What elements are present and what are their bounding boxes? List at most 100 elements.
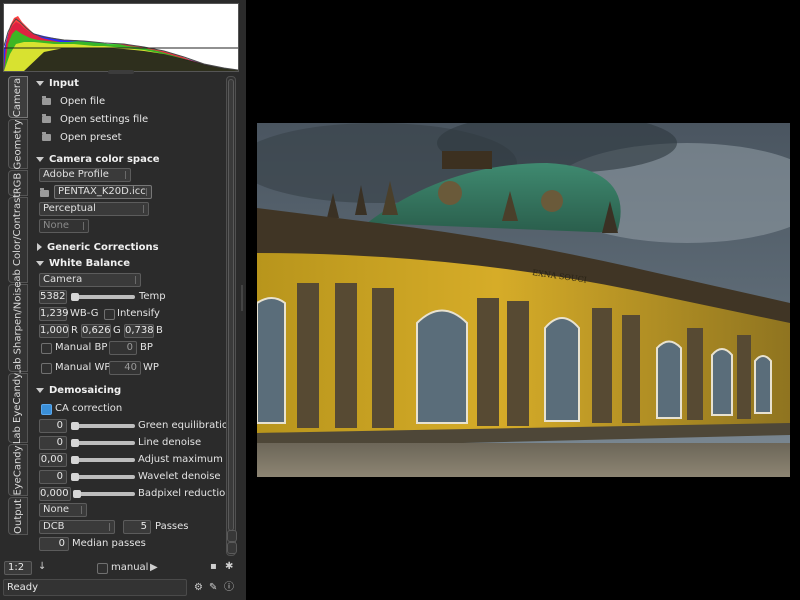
line-denoise-slider[interactable]	[71, 439, 135, 447]
adjust-max-spinbox[interactable]: 0,00	[39, 453, 67, 467]
tab-lab-sharpen-noise[interactable]: Lab Sharpen/Noise	[8, 281, 28, 375]
bp-spinbox[interactable]: 0	[109, 341, 137, 355]
wb-mode-select[interactable]: Camera	[39, 273, 141, 287]
intent-select[interactable]: Perceptual	[39, 202, 149, 216]
slider-knob[interactable]	[71, 456, 79, 464]
folder-icon	[42, 131, 51, 141]
g-spinbox[interactable]: 0,626	[81, 324, 111, 338]
settings-gear-icon[interactable]: ⚙	[194, 583, 203, 593]
slider-knob[interactable]	[71, 422, 79, 430]
passes-spinbox[interactable]: 5	[123, 520, 151, 534]
expand-icon	[36, 387, 44, 393]
left-panel: Camera Geometry RGB Lab Color/Contrast L…	[0, 0, 246, 600]
manual-checkbox[interactable]	[97, 563, 108, 574]
scroll-down-button[interactable]	[227, 542, 237, 554]
manual-label: manual	[111, 562, 149, 573]
intensify-label: Intensify	[117, 308, 160, 319]
badpixel-slider[interactable]	[73, 490, 135, 498]
manual-wp-label: Manual WP	[55, 362, 111, 373]
badpixel-spinbox[interactable]: 0,000	[39, 487, 71, 501]
demosaic-none-select[interactable]: None	[39, 503, 87, 517]
folder-icon[interactable]	[40, 188, 49, 197]
slider-knob[interactable]	[71, 293, 79, 301]
b-label: B	[156, 325, 163, 336]
icc-file-field[interactable]: PENTAX_K20D.icc	[54, 185, 152, 199]
tab-lab-eyecandy[interactable]: Lab EyeCandy	[8, 372, 28, 444]
panel-scrollbar[interactable]	[226, 76, 236, 556]
demosaic-algo-select[interactable]: DCB	[39, 520, 115, 534]
none-select[interactable]: None	[39, 219, 89, 233]
passes-label: Passes	[155, 521, 189, 532]
open-preset-button[interactable]: Open preset	[30, 129, 122, 145]
section-generic-corrections[interactable]: Generic Corrections	[30, 239, 159, 255]
expand-icon	[36, 260, 44, 266]
tab-geometry[interactable]: Geometry	[8, 119, 28, 169]
photo-preview: EXNA SOUCI	[257, 123, 790, 477]
adjust-max-label: Adjust maximum	[138, 454, 223, 465]
tools-icon[interactable]: ✎	[209, 583, 217, 593]
bp-label: BP	[140, 342, 153, 353]
section-demosaicing[interactable]: Demosaicing	[30, 382, 121, 398]
temp-label: Temp	[139, 291, 166, 302]
wavelet-spinbox[interactable]: 0	[39, 470, 67, 484]
open-settings-button[interactable]: Open settings file	[30, 111, 148, 127]
histogram	[3, 3, 239, 72]
section-input[interactable]: Input	[30, 75, 79, 91]
play-icon[interactable]: ▶	[150, 563, 158, 573]
expand-icon	[36, 80, 44, 86]
tab-output[interactable]: Output	[8, 497, 28, 535]
wp-spinbox[interactable]: 40	[109, 361, 141, 375]
expand-icon	[36, 156, 44, 162]
r-spinbox[interactable]: 1,000	[39, 324, 69, 338]
wbg-spinbox[interactable]: 1,239	[39, 307, 69, 321]
sort-down-icon[interactable]: ↓	[38, 562, 46, 572]
green-eq-spinbox[interactable]: 0	[39, 419, 67, 433]
profile-select[interactable]: Adobe Profile	[39, 168, 131, 182]
queue-icon[interactable]: ✱	[225, 562, 233, 572]
manual-bp-checkbox[interactable]	[41, 343, 52, 354]
folder-icon	[42, 113, 51, 123]
green-eq-label: Green equilibration	[138, 420, 235, 431]
section-white-balance[interactable]: White Balance	[30, 255, 130, 271]
temp-slider[interactable]	[71, 293, 135, 301]
collapsed-icon	[37, 243, 42, 251]
median-label: Median passes	[72, 538, 146, 549]
r-label: R	[71, 325, 78, 336]
zoom-select[interactable]: 1:2	[4, 561, 32, 575]
save-icon[interactable]: ▪	[210, 562, 217, 572]
badpixel-label: Badpixel reduction	[138, 488, 232, 499]
wavelet-slider[interactable]	[71, 473, 135, 481]
camera-tool-panel: Input Open file Open settings file Open …	[30, 74, 234, 556]
tab-eyecandy[interactable]: EyeCandy	[8, 444, 28, 496]
line-denoise-label: Line denoise	[138, 437, 202, 448]
tab-rgb[interactable]: RGB	[8, 170, 28, 196]
open-file-button[interactable]: Open file	[30, 93, 105, 109]
slider-knob[interactable]	[71, 473, 79, 481]
green-eq-slider[interactable]	[71, 422, 135, 430]
ca-correction-checkbox[interactable]	[41, 404, 52, 415]
scrollbar-thumb[interactable]	[228, 79, 234, 531]
wavelet-label: Wavelet denoise	[138, 471, 221, 482]
temp-spinbox[interactable]: 5382	[39, 290, 67, 304]
median-spinbox[interactable]: 0	[39, 537, 69, 551]
manual-bp-label: Manual BP	[55, 342, 108, 353]
adjust-max-slider[interactable]	[71, 456, 135, 464]
tab-camera[interactable]: Camera	[8, 76, 28, 118]
tab-lab-color-contrast[interactable]: Lab Color/Contrast	[8, 193, 28, 287]
ca-correction-label: CA correction	[55, 403, 123, 414]
line-denoise-spinbox[interactable]: 0	[39, 436, 67, 450]
panel-splitter[interactable]	[241, 285, 243, 311]
info-icon[interactable]: ⓘ	[224, 583, 234, 593]
b-spinbox[interactable]: 0,738	[124, 324, 154, 338]
section-camera-color-space[interactable]: Camera color space	[30, 151, 160, 167]
folder-icon	[42, 95, 51, 105]
intensify-checkbox[interactable]	[104, 309, 115, 320]
status-bar: Ready	[3, 579, 187, 596]
scroll-up-button[interactable]	[227, 530, 237, 542]
slider-knob[interactable]	[71, 439, 79, 447]
wp-label: WP	[143, 362, 159, 373]
manual-wp-checkbox[interactable]	[41, 363, 52, 374]
g-label: G	[113, 325, 121, 336]
slider-knob[interactable]	[73, 490, 81, 498]
wbg-label: WB-G	[70, 308, 99, 319]
